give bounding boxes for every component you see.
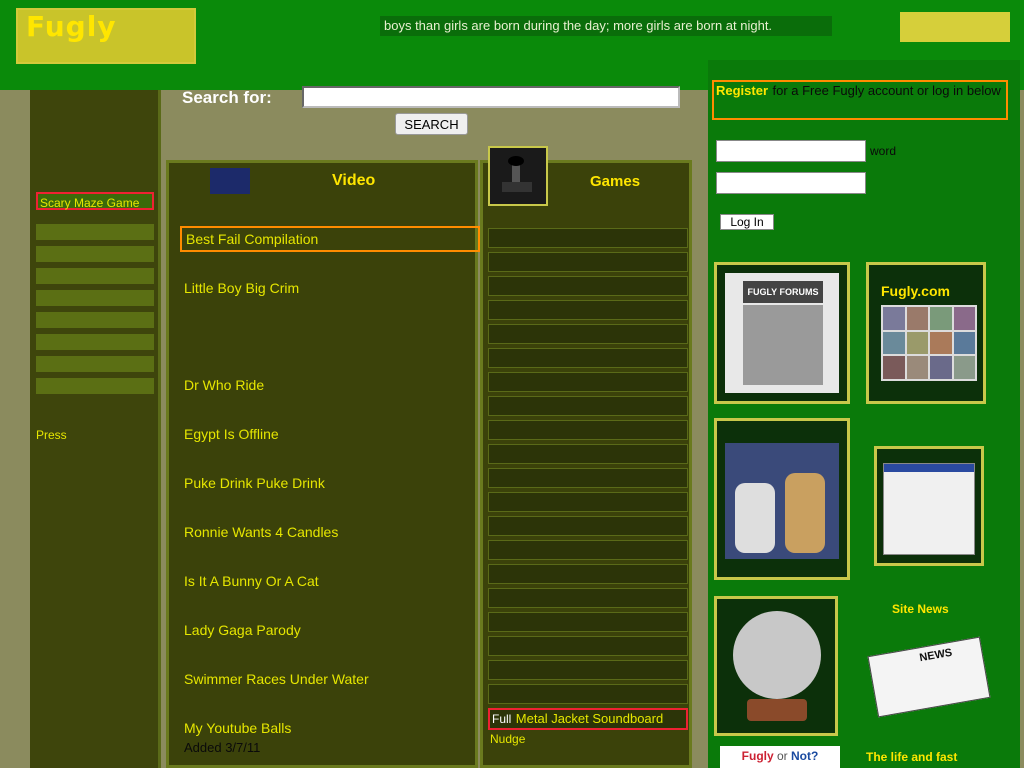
celebrity-photo-image[interactable] (725, 443, 839, 559)
password-field[interactable] (716, 172, 866, 194)
game-button[interactable] (488, 300, 688, 320)
added-date: Added 3/7/11 (184, 740, 261, 755)
fugly-or-not-banner[interactable]: Fugly or Not? (720, 746, 840, 768)
register-box: Register for a Free Fugly account or log… (712, 80, 1008, 120)
game-button[interactable] (488, 252, 688, 272)
video-link[interactable]: My Youtube Balls (184, 720, 291, 736)
game-button[interactable] (488, 420, 688, 440)
face-thumbnail (930, 307, 952, 330)
game-button[interactable] (488, 660, 688, 680)
featured-video-link[interactable]: Best Fail Compilation (182, 231, 318, 247)
video-link[interactable]: Little Boy Big Crim (184, 280, 299, 296)
forums-label: FUGLY FORUMS (743, 281, 823, 303)
video-camera-icon (210, 168, 250, 194)
joystick-icon (488, 146, 548, 206)
video-link[interactable]: Lady Gaga Parody (184, 622, 301, 638)
face-thumbnail (906, 307, 928, 330)
video-link[interactable]: Dr Who Ride (184, 377, 264, 393)
game-button[interactable] (488, 228, 688, 248)
video-link[interactable]: Egypt Is Offline (184, 426, 279, 442)
game-button[interactable] (488, 276, 688, 296)
games-heading: Games (590, 173, 641, 190)
left-link[interactable] (36, 334, 154, 350)
fugly-site-title: Fugly.com (881, 283, 950, 299)
game-button[interactable] (488, 684, 688, 704)
fugly-forums-image[interactable]: FUGLY FORUMS (725, 273, 839, 393)
crystal-ball-panel[interactable] (714, 596, 838, 736)
chat-panel[interactable] (874, 446, 984, 566)
fugly-or-not-title-a: Fugly (741, 749, 774, 763)
face-thumbnail (883, 331, 905, 355)
left-link[interactable] (36, 224, 154, 240)
faces-grid-image[interactable] (881, 305, 977, 381)
crystal-ball-image[interactable] (733, 611, 821, 699)
register-link[interactable]: Register (714, 83, 768, 98)
video-link[interactable]: Ronnie Wants 4 Candles (184, 524, 338, 540)
fugly-or-not-title-b: Not? (791, 749, 819, 763)
crystal-ball-base (747, 699, 807, 721)
photo-panel[interactable] (714, 418, 850, 580)
scary-maze-game-button[interactable]: Scary Maze Game (36, 192, 154, 210)
site-logo-text[interactable]: Fugly (26, 10, 117, 43)
password-label: word (870, 144, 897, 158)
search-button[interactable]: SEARCH (395, 113, 468, 135)
game-button[interactable] (488, 396, 688, 416)
forums-panel[interactable]: FUGLY FORUMS (714, 262, 850, 404)
game-button[interactable] (488, 372, 688, 392)
fun-fact-ticker: boys than girls are born during the day;… (380, 16, 832, 36)
left-link[interactable] (36, 356, 154, 372)
game-button[interactable] (488, 588, 688, 608)
register-text: for a Free Fugly account or log in below (772, 83, 1001, 98)
game-button[interactable] (488, 492, 688, 512)
face-thumbnail (953, 356, 975, 379)
left-link-press[interactable]: Press (36, 428, 67, 442)
game-link[interactable]: Metal Jacket Soundboard (516, 711, 663, 726)
game-button[interactable] (488, 444, 688, 464)
video-link[interactable]: Is It A Bunny Or A Cat (184, 573, 319, 589)
face-thumbnail (906, 331, 928, 355)
video-heading: Video (332, 172, 376, 189)
game-button[interactable] (488, 468, 688, 488)
face-thumbnail (953, 331, 975, 355)
game-button[interactable] (488, 564, 688, 584)
site-news-heading[interactable]: Site News (892, 602, 949, 616)
left-link[interactable] (36, 268, 154, 284)
game-button[interactable] (488, 540, 688, 560)
chat-window-image[interactable] (883, 463, 975, 555)
fugly-faces-panel[interactable]: Fugly.com (866, 262, 986, 404)
face-thumbnail (930, 356, 952, 379)
game-button[interactable] (488, 516, 688, 536)
fugly-or-not-title-or: or (773, 749, 791, 763)
featured-video-box[interactable]: Best Fail Compilation (180, 226, 480, 252)
left-link[interactable] (36, 312, 154, 328)
forums-booth-graphic (743, 305, 823, 385)
face-thumbnail (930, 331, 952, 355)
game-button[interactable] (488, 348, 688, 368)
login-button[interactable]: Log In (720, 214, 774, 230)
face-thumbnail (953, 307, 975, 330)
news-label: NEWS (918, 646, 954, 665)
left-link[interactable] (36, 246, 154, 262)
game-button[interactable] (488, 324, 688, 344)
face-thumbnail (883, 356, 905, 379)
face-thumbnail (906, 356, 928, 379)
game-button[interactable] (488, 636, 688, 656)
left-link[interactable] (36, 378, 154, 394)
left-links-list (36, 218, 154, 418)
life-fast-heading[interactable]: The life and fast (866, 750, 957, 764)
game-nudge-link[interactable]: Nudge (490, 732, 525, 746)
top-right-banner-image[interactable] (900, 12, 1010, 42)
game-button[interactable] (488, 612, 688, 632)
username-field[interactable] (716, 140, 866, 162)
search-input[interactable] (302, 86, 680, 108)
game-button[interactable]: Full Metal Jacket Soundboard (488, 708, 688, 730)
scary-maze-game-label: Scary Maze Game (40, 196, 140, 210)
game-full-label: Full (492, 712, 512, 726)
left-link[interactable] (36, 290, 154, 306)
video-link[interactable]: Swimmer Races Under Water (184, 671, 369, 687)
face-thumbnail (883, 307, 905, 330)
search-label: Search for: (182, 88, 272, 107)
video-link[interactable]: Puke Drink Puke Drink (184, 475, 325, 491)
